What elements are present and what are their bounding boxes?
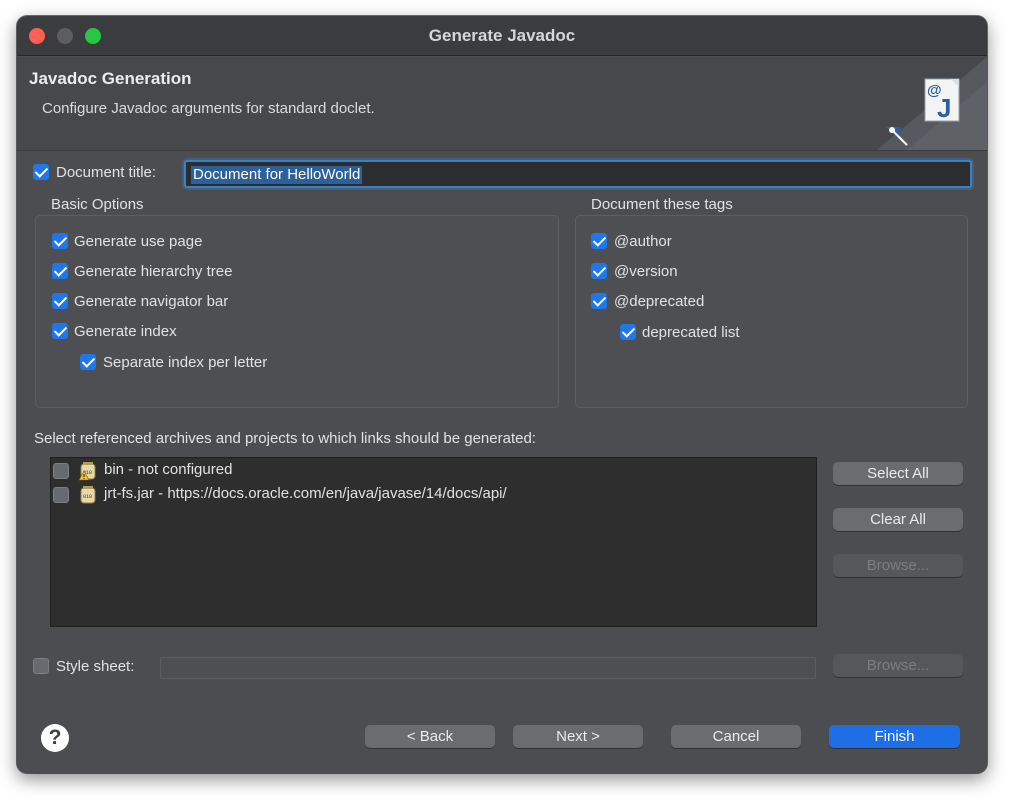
generate-hierarchy-tree-label: Generate hierarchy tree — [74, 263, 233, 280]
deprecated-list-label: deprecated list — [642, 324, 740, 341]
generate-javadoc-dialog: Generate Javadoc Javadoc Generation Conf… — [17, 16, 987, 773]
document-title-checkbox[interactable] — [33, 164, 49, 180]
archive-bin-checkbox[interactable] — [53, 463, 69, 479]
javadoc-wizard-icon: @ J — [877, 57, 987, 150]
jar-icon: 010 — [80, 486, 96, 504]
window-title: Generate Javadoc — [428, 26, 576, 45]
style-sheet-label: Style sheet: — [56, 658, 135, 675]
jar-warning-icon: 010 — [78, 462, 96, 481]
generate-index-label: Generate index — [74, 323, 177, 340]
document-title-label: Document title: — [56, 164, 157, 181]
version-tag-checkbox[interactable] — [591, 263, 607, 279]
finish-button[interactable]: Finish — [829, 725, 960, 748]
wizard-header: Javadoc Generation Configure Javadoc arg… — [17, 57, 987, 151]
separate-index-label: Separate index per letter — [103, 354, 268, 371]
deprecated-list-checkbox[interactable] — [620, 324, 636, 340]
archives-list[interactable]: 010 bin - not configured 010 jrt-fs.jar … — [50, 457, 817, 627]
generate-navigator-bar-label: Generate navigator bar — [74, 293, 229, 310]
author-tag-checkbox[interactable] — [591, 233, 607, 249]
basic-options-title: Basic Options — [51, 196, 144, 213]
generate-use-page-label: Generate use page — [74, 233, 203, 250]
deprecated-tag-label: @deprecated — [614, 293, 705, 310]
generate-hierarchy-tree-checkbox[interactable] — [52, 263, 68, 279]
archive-jrt-fs-label[interactable]: jrt-fs.jar - https://docs.oracle.com/en/… — [104, 485, 507, 502]
archive-browse-button[interactable]: Browse... — [833, 554, 963, 577]
tags-group-title: Document these tags — [591, 196, 733, 213]
title-bar: Generate Javadoc — [17, 16, 987, 56]
style-sheet-browse-button[interactable]: Browse... — [833, 654, 963, 677]
generate-index-checkbox[interactable] — [52, 323, 68, 339]
archive-jrt-fs-checkbox[interactable] — [53, 487, 69, 503]
select-all-button[interactable]: Select All — [833, 462, 963, 485]
clear-all-button[interactable]: Clear All — [833, 508, 963, 531]
generate-use-page-checkbox[interactable] — [52, 233, 68, 249]
page-title: Javadoc Generation — [29, 69, 192, 88]
svg-text:J: J — [937, 93, 951, 123]
next-button[interactable]: Next > — [513, 725, 643, 748]
archive-bin-label[interactable]: bin - not configured — [104, 461, 232, 478]
style-sheet-checkbox[interactable] — [33, 658, 49, 674]
version-tag-label: @version — [614, 263, 678, 280]
archives-label: Select referenced archives and projects … — [34, 430, 536, 447]
page-description: Configure Javadoc arguments for standard… — [42, 100, 375, 117]
generate-navigator-bar-checkbox[interactable] — [52, 293, 68, 309]
document-title-value: Document for HelloWorld — [191, 166, 363, 184]
style-sheet-input[interactable] — [160, 657, 816, 679]
svg-text:010: 010 — [83, 494, 92, 500]
author-tag-label: @author — [614, 233, 672, 250]
help-icon[interactable]: ? — [41, 724, 69, 752]
document-title-input[interactable]: Document for HelloWorld — [184, 160, 972, 188]
cancel-button[interactable]: Cancel — [671, 725, 801, 748]
deprecated-tag-checkbox[interactable] — [591, 293, 607, 309]
separate-index-checkbox[interactable] — [80, 354, 96, 370]
back-button[interactable]: < Back — [365, 725, 495, 748]
